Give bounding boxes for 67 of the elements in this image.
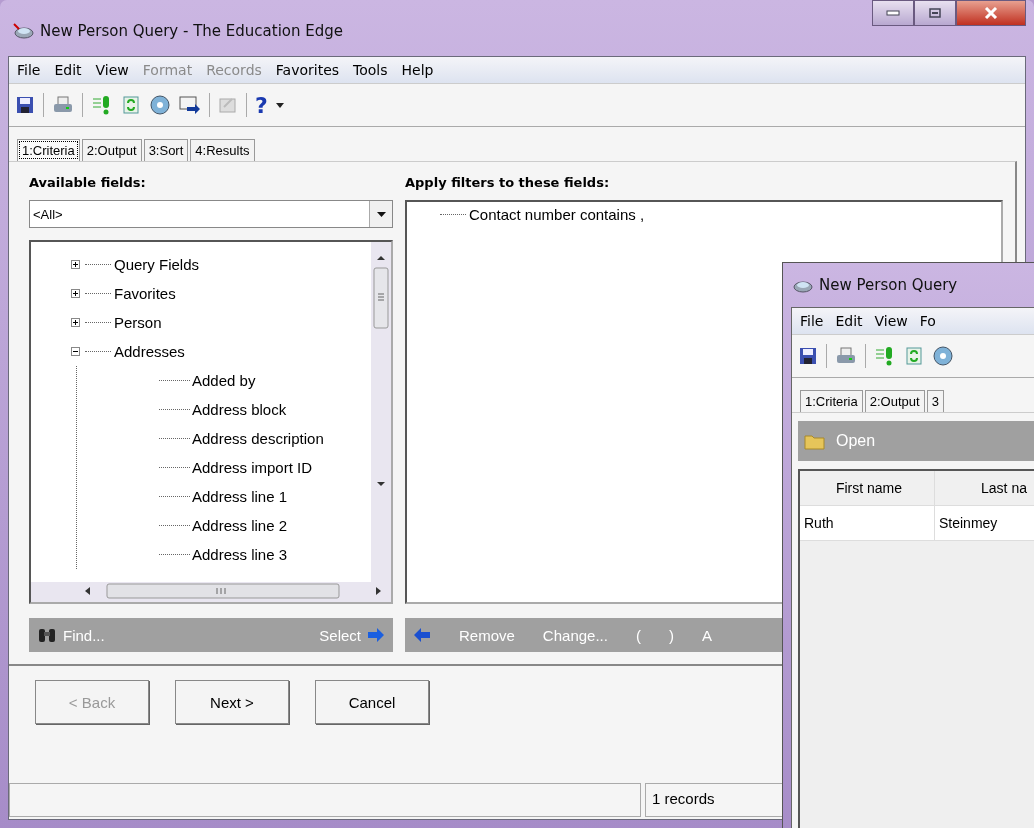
tab[interactable]: 1:Criteria — [17, 139, 80, 161]
tree-item[interactable]: Address line 3 — [192, 546, 288, 563]
expander-icon[interactable] — [71, 289, 82, 298]
refresh-document-icon[interactable] — [121, 95, 141, 115]
expander-icon[interactable] — [71, 260, 82, 269]
table-cell: Steinmey — [935, 506, 1034, 540]
tab[interactable]: 4:Results — [190, 139, 255, 161]
close-icon — [983, 7, 999, 19]
menu-item[interactable]: File — [17, 62, 41, 78]
fields-dropdown[interactable]: <All> — [29, 200, 393, 228]
tree-item[interactable]: Address description — [192, 430, 324, 447]
menu-item[interactable]: File — [800, 313, 824, 329]
wizard-button[interactable]: Cancel — [315, 680, 429, 724]
tab[interactable]: 3:Sort — [143, 139, 189, 161]
binoculars-icon — [37, 627, 57, 643]
restore-icon — [929, 8, 941, 18]
tree-item[interactable]: Address line 1 — [192, 488, 288, 505]
window-title: New Person Query — [819, 276, 958, 294]
tree-item[interactable]: Added by — [192, 372, 256, 389]
printer-icon[interactable] — [52, 95, 74, 115]
disc-icon[interactable] — [932, 345, 954, 367]
disc-icon[interactable] — [149, 94, 171, 116]
pane-heading: Available fields: — [29, 174, 147, 192]
tab[interactable]: 2:Output — [864, 390, 925, 412]
menu-item[interactable]: Edit — [54, 62, 82, 78]
menu-item[interactable]: Favorites — [275, 62, 340, 78]
menu-item[interactable]: View — [95, 62, 129, 78]
tab[interactable]: 2:Output — [81, 139, 142, 161]
tree-item[interactable]: Favorites — [114, 285, 176, 302]
expander-icon[interactable] — [71, 347, 82, 356]
menu-item[interactable]: Tools — [353, 62, 388, 78]
minimize-button[interactable] — [872, 0, 914, 26]
wizard-button[interactable]: Next > — [175, 680, 289, 724]
app-icon — [12, 22, 34, 40]
menu-item[interactable]: View — [874, 313, 908, 329]
close-button[interactable] — [956, 0, 1026, 26]
menu-item[interactable]: Edit — [835, 313, 863, 329]
refresh-document-icon[interactable] — [904, 346, 924, 366]
left-arrow-icon[interactable] — [413, 628, 431, 642]
horizontal-scrollbar[interactable] — [31, 582, 391, 602]
table-cell: Ruth — [800, 506, 935, 540]
tree-item[interactable]: Address block — [192, 401, 287, 418]
column-header[interactable]: Last na — [935, 471, 1034, 505]
vertical-scrollbar[interactable] — [371, 242, 391, 582]
folder-icon — [804, 432, 826, 450]
column-header[interactable]: First name — [800, 471, 935, 505]
minimize-icon — [886, 10, 900, 16]
help-button[interactable]: ? — [255, 92, 268, 118]
tab[interactable]: 1:Criteria — [800, 390, 863, 412]
tree-item[interactable]: Address import ID — [192, 459, 313, 476]
filter-item[interactable]: Contact number contains , — [469, 206, 645, 223]
maximize-button[interactable] — [914, 0, 956, 26]
dropdown-arrow-icon[interactable] — [275, 102, 284, 108]
tree-item[interactable]: Address line 2 — [192, 517, 288, 534]
export-icon[interactable] — [179, 95, 201, 115]
tree-item[interactable]: Query Fields — [114, 256, 200, 273]
right-arrow-icon — [367, 628, 385, 642]
pane-heading: Apply filters to these fields: — [405, 174, 611, 192]
menu-item[interactable]: Help — [401, 62, 434, 78]
printer-icon[interactable] — [835, 346, 857, 366]
tree-item[interactable]: Person — [114, 314, 162, 331]
expander-icon[interactable] — [71, 318, 82, 327]
tab[interactable]: 3 — [926, 390, 944, 412]
menu-item[interactable]: Fo — [919, 313, 936, 329]
dropdown-arrow-icon — [376, 211, 386, 217]
tree-item[interactable]: Addresses — [114, 343, 185, 360]
window-title: New Person Query - The Education Edge — [40, 22, 344, 40]
